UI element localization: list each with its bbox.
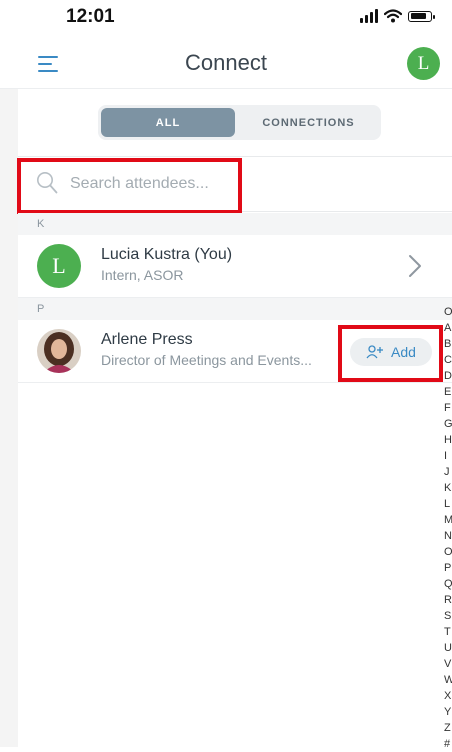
section-header-k: K [18, 213, 452, 235]
index-letter[interactable]: X [444, 688, 452, 704]
index-letter[interactable]: D [444, 368, 452, 384]
index-letter[interactable]: O [444, 544, 452, 560]
index-letter[interactable]: S [444, 608, 452, 624]
index-letter[interactable]: I [444, 448, 452, 464]
signal-icon [360, 9, 378, 23]
index-letter[interactable]: C [444, 352, 452, 368]
avatar [37, 329, 81, 373]
index-letter[interactable]: V [444, 656, 452, 672]
index-letter[interactable]: L [444, 496, 452, 512]
attendee-title: Director of Meetings and Events... [101, 352, 312, 368]
index-letter[interactable]: W [444, 672, 452, 688]
index-letter[interactable]: K [444, 480, 452, 496]
page-title: Connect [185, 50, 267, 75]
status-bar: 12:01 [0, 0, 452, 34]
index-letter[interactable]: Z [444, 720, 452, 736]
index-letter[interactable]: Q [444, 576, 452, 592]
profile-photo-icon [37, 329, 81, 373]
profile-avatar[interactable]: L [407, 47, 440, 80]
search-highlight-box [17, 158, 242, 214]
status-time: 12:01 [66, 6, 115, 27]
avatar: L [37, 244, 81, 288]
alphabet-index[interactable]: O A B C D E F G H I J K L M N O P Q R S T U V W X Y Z # [444, 304, 452, 752]
add-highlight-box [338, 325, 443, 382]
tab-connections[interactable]: CONNECTIONS [239, 108, 378, 137]
index-letter[interactable]: J [444, 464, 452, 480]
index-letter[interactable]: P [444, 560, 452, 576]
index-letter[interactable]: O [444, 304, 452, 320]
section-header-p: P [18, 298, 452, 320]
index-letter[interactable]: F [444, 400, 452, 416]
attendee-row-self[interactable]: L Lucia Kustra (You) Intern, ASOR [18, 235, 452, 298]
index-letter[interactable]: Y [444, 704, 452, 720]
attendee-name: Arlene Press [101, 331, 193, 348]
index-letter[interactable]: M [444, 512, 452, 528]
index-letter[interactable]: N [444, 528, 452, 544]
index-letter[interactable]: B [444, 336, 452, 352]
battery-icon [408, 10, 435, 22]
chevron-right-icon [409, 255, 421, 277]
tab-switcher: ALL CONNECTIONS [98, 105, 381, 140]
app-header: Connect L [0, 40, 452, 89]
index-letter[interactable]: E [444, 384, 452, 400]
index-letter[interactable]: G [444, 416, 452, 432]
left-edge-strip [0, 88, 18, 747]
index-letter[interactable]: U [444, 640, 452, 656]
index-letter[interactable]: # [444, 736, 452, 752]
index-letter[interactable]: R [444, 592, 452, 608]
status-icons [360, 9, 435, 23]
attendee-title: Intern, ASOR [101, 267, 184, 283]
attendee-name: Lucia Kustra (You) [101, 246, 233, 263]
tab-all[interactable]: ALL [101, 108, 235, 137]
wifi-icon [384, 9, 402, 23]
index-letter[interactable]: H [444, 432, 452, 448]
index-letter[interactable]: T [444, 624, 452, 640]
index-letter[interactable]: A [444, 320, 452, 336]
